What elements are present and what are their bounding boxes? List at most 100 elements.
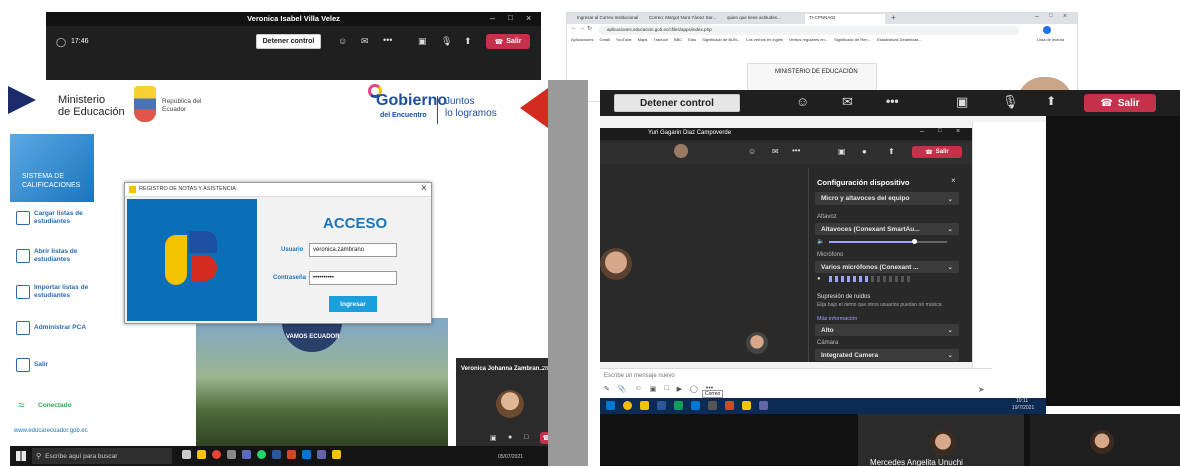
leave-button[interactable]: ☎ Salir (486, 34, 530, 49)
gif-icon[interactable]: ▣ (650, 385, 657, 393)
more-icon[interactable]: ••• (383, 35, 392, 45)
bookmark-item[interactable]: Ediu (688, 37, 696, 42)
more-icon[interactable]: ••• (792, 146, 800, 155)
edge-icon[interactable] (674, 401, 683, 410)
camera-off-icon[interactable]: ▣ (418, 36, 427, 47)
browser-minimize-icon[interactable]: – (1035, 13, 1039, 20)
participants-icon[interactable]: ☺ (748, 147, 756, 156)
bookmark-item[interactable]: Gmail (599, 37, 609, 42)
chat-icon[interactable]: ✉ (361, 36, 369, 47)
leave-button[interactable]: ☎ Salir (1084, 94, 1156, 112)
store-icon[interactable] (242, 450, 251, 459)
profile-avatar[interactable] (1043, 26, 1051, 34)
share-icon[interactable]: □ (524, 434, 528, 441)
volume-thumb[interactable] (911, 239, 917, 244)
user-input[interactable]: veronica.zambrano (309, 243, 397, 257)
back-icon[interactable]: ← (571, 25, 577, 31)
browser-tab[interactable]: Ingresar al Correo Institucional (577, 15, 641, 20)
windows-start-icon[interactable] (16, 451, 26, 461)
volume-slider[interactable] (829, 239, 947, 244)
inner-minimize-icon[interactable]: – (920, 128, 924, 135)
browser-tab[interactable]: quien que tiene actitudes... (727, 15, 793, 20)
bookmark-item[interactable]: Verbos regulares en... (789, 37, 828, 42)
leave-button[interactable]: ☎ Salir (912, 146, 962, 158)
camera-off-icon[interactable]: ▣ (838, 147, 846, 156)
inner-maximize-icon[interactable]: □ (938, 128, 942, 134)
bookmark-item[interactable]: Aplicaciones (571, 37, 593, 42)
file-explorer-icon[interactable] (197, 450, 206, 459)
participants-icon[interactable]: ☺ (338, 36, 347, 46)
browser-tab[interactable]: Correo: Margot Nora Yánez Sar... (649, 15, 719, 20)
folder-icon[interactable] (332, 450, 341, 459)
camera-select[interactable]: Integrated Camera ⌄ (815, 349, 959, 361)
audio-device-select[interactable]: Micro y altavoces del equipo ⌄ (815, 192, 959, 205)
file-explorer-icon[interactable] (640, 401, 649, 410)
bookmark-item[interactable]: Maps (638, 37, 648, 42)
camera-off-icon[interactable]: ▣ (956, 94, 968, 110)
teams-icon[interactable] (759, 401, 768, 410)
forward-icon[interactable]: → (579, 25, 585, 31)
sidebar-item-import-lists[interactable]: Importar listas de estudiantes (16, 284, 94, 300)
schedule-icon[interactable]: ◯ (690, 385, 698, 393)
bookmark-item[interactable]: Estadísticas Dinámicas... (877, 37, 922, 42)
chat-icon[interactable]: ✉ (842, 94, 853, 110)
mic-icon[interactable]: ● (862, 147, 867, 156)
maximize-icon[interactable]: □ (508, 13, 513, 22)
bookmark-item[interactable]: BBC (674, 37, 682, 42)
mic-off-icon[interactable]: 🎙 (441, 36, 452, 47)
more-info-link[interactable]: Más información (817, 316, 857, 322)
reading-list-link[interactable]: Lista de lectura (1037, 37, 1064, 42)
sidebar-item-admin-pca[interactable]: Administrar PCA (16, 321, 94, 335)
bookmark-item[interactable]: Traducir (653, 37, 668, 42)
powerpoint-icon[interactable] (287, 450, 296, 459)
settings-close-icon[interactable]: × (951, 176, 956, 185)
attach-icon[interactable]: 📎 (618, 385, 627, 393)
inner-close-icon[interactable]: × (956, 128, 960, 135)
sidebar-item-exit[interactable]: Salir (16, 358, 94, 372)
mic-select[interactable]: Varios micrófonos (Conexant ... ⌄ (815, 261, 959, 273)
store-icon[interactable] (708, 401, 717, 410)
minimize-icon[interactable]: – (490, 13, 495, 23)
more-icon[interactable]: ••• (886, 94, 899, 108)
bookmark-item[interactable]: YouTube (616, 37, 632, 42)
dialog-close-icon[interactable]: × (421, 183, 427, 194)
new-tab-icon[interactable]: + (891, 13, 896, 22)
whatsapp-icon[interactable] (257, 450, 266, 459)
browser-close-icon[interactable]: × (1063, 13, 1067, 20)
chat-input[interactable]: Escribe un mensaje nuevo (604, 373, 675, 379)
chrome-icon[interactable] (212, 450, 221, 459)
stop-control-button[interactable]: Detener control (614, 94, 740, 112)
close-icon[interactable]: × (526, 13, 531, 23)
windows-start-icon[interactable] (606, 401, 615, 410)
reload-icon[interactable]: ↻ (587, 25, 592, 32)
stop-control-button[interactable]: Detener control (256, 34, 321, 49)
powerpoint-icon[interactable] (725, 401, 734, 410)
send-icon[interactable]: ➤ (978, 385, 985, 394)
login-submit-button[interactable]: Ingresar (329, 296, 377, 312)
sticker-icon[interactable]: □ (664, 385, 668, 393)
share-icon[interactable]: ⬆ (1046, 94, 1056, 108)
browser-tab-active[interactable]: TI-CPNNA02 (805, 14, 885, 24)
folder-icon[interactable] (742, 401, 751, 410)
password-input[interactable]: •••••••••• (309, 271, 397, 285)
chrome-icon[interactable] (623, 401, 632, 410)
mail-icon[interactable] (302, 450, 311, 459)
chat-icon[interactable]: ✉ (772, 147, 779, 156)
meet-icon[interactable]: ▶ (677, 385, 682, 393)
noise-select[interactable]: Alto ⌄ (815, 324, 959, 336)
settings-icon[interactable] (227, 450, 236, 459)
mic-icon[interactable]: ● (508, 434, 512, 441)
taskbar-search-input[interactable]: ⚲ Escribe aquí para buscar (32, 448, 172, 464)
task-view-icon[interactable] (182, 450, 191, 459)
share-icon[interactable]: ⬆ (888, 147, 895, 156)
emoji-icon[interactable]: ☺ (635, 385, 642, 393)
bookmark-item[interactable]: Significado de BUN... (702, 37, 740, 42)
browser-maximize-icon[interactable]: □ (1049, 13, 1053, 19)
mail-icon[interactable] (691, 401, 700, 410)
sidebar-item-load-lists[interactable]: Cargar listas de estudiantes (16, 210, 94, 226)
sidebar-item-open-lists[interactable]: Abrir listas de estudiantes (16, 248, 94, 264)
teams-icon[interactable] (317, 450, 326, 459)
speaker-select[interactable]: Altavoces (Conexant SmartAu... ⌄ (815, 223, 959, 235)
word-icon[interactable] (272, 450, 281, 459)
mic-icon[interactable]: 🎙 (1002, 94, 1019, 110)
